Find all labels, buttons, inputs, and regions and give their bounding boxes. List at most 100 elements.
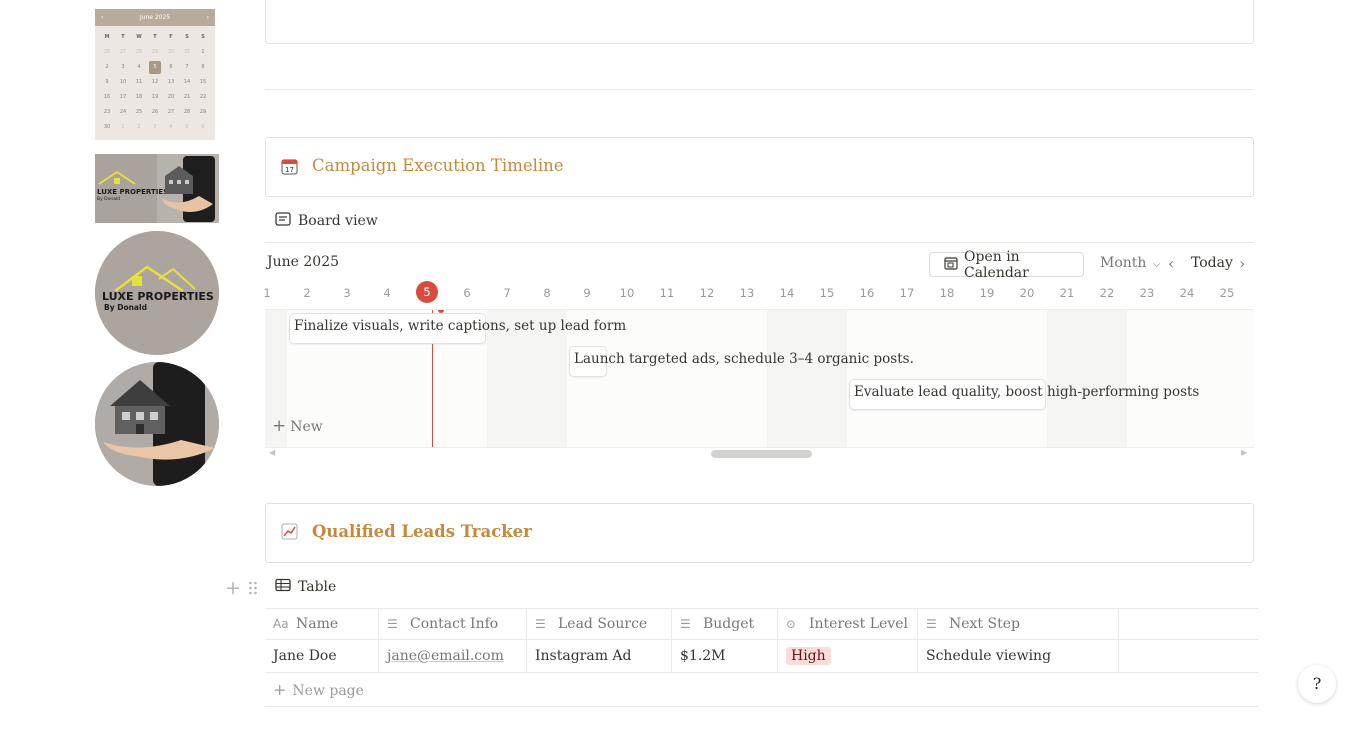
timeline-day-number: 8 (543, 286, 551, 300)
add-block-plus-icon[interactable]: + (225, 577, 241, 599)
mini-calendar-day: 4 (137, 64, 141, 70)
cell-source[interactable]: Instagram Ad (526, 639, 672, 673)
house-hand-circle-image[interactable] (95, 362, 219, 486)
month-scale-label: Month (1100, 255, 1147, 271)
calendar-open-icon (944, 256, 958, 274)
column-header-label: Next Step (949, 616, 1020, 632)
board-view-icon (275, 212, 291, 230)
cell-name[interactable]: Jane Doe (265, 639, 379, 673)
mini-calendar-day: 2 (137, 124, 141, 130)
mini-calendar-weekday: M (104, 34, 110, 40)
mini-calendar-day: 11 (135, 79, 143, 85)
leads-table: Aa Name ☰ Contact Info ☰ Lead Source ☰ Budge… (265, 608, 1258, 707)
column-header-interest[interactable]: ⊙ Interest Level (777, 608, 918, 640)
today-button[interactable]: Today (1191, 255, 1233, 271)
svg-text:17: 17 (285, 166, 294, 174)
timeline-day-number: 25 (1219, 286, 1235, 300)
mini-calendar-day: 19 (151, 94, 159, 100)
cell-budget[interactable]: $1.2M (671, 639, 778, 673)
mini-calendar-day: 24 (119, 109, 127, 115)
cell-next-step[interactable]: Schedule viewing (917, 639, 1119, 673)
lines-icon: ☰ (535, 617, 546, 631)
mini-calendar-month: June 2025 (139, 14, 171, 21)
banner-image[interactable]: LUXE PROPERTIES By Donald (95, 154, 219, 223)
month-scale-select[interactable]: Month ⌵ (1100, 255, 1160, 271)
open-in-calendar-button[interactable]: Open in Calendar (929, 249, 1084, 281)
mini-calendar-day: 23 (103, 109, 111, 115)
mini-calendar-day: 15 (199, 79, 207, 85)
column-header-label: Budget (703, 616, 755, 632)
cell-empty (1118, 639, 1258, 673)
cell-interest[interactable]: High (777, 639, 918, 673)
cell-contact[interactable]: jane@email.com (378, 639, 527, 673)
mini-calendar-day: 28 (135, 49, 143, 55)
drag-handle-icon[interactable] (248, 580, 258, 600)
help-icon: ? (1312, 674, 1322, 693)
mini-calendar-day: 9 (105, 79, 109, 85)
scroll-left-arrow-icon[interactable]: ◀ (269, 448, 275, 457)
timeline-title[interactable]: Campaign Execution Timeline (312, 156, 564, 175)
svg-text:By Donald: By Donald (97, 196, 120, 202)
mini-calendar-day: 21 (183, 94, 191, 100)
mini-calendar-day: 26 (103, 49, 111, 55)
mini-calendar-header: ‹ June 2025 › (95, 9, 215, 26)
mini-calendar-day: 13 (167, 79, 175, 85)
help-button[interactable]: ? (1298, 665, 1336, 703)
mini-calendar-weekday: T (121, 34, 125, 40)
column-header-budget[interactable]: ☰ Budget (671, 608, 778, 640)
horizontal-scrollbar[interactable] (711, 450, 812, 458)
mini-calendar-day: 6 (169, 64, 173, 70)
lines-icon: ☰ (387, 617, 398, 631)
chevron-down-icon: ⌵ (1152, 259, 1161, 270)
column-header-next-step[interactable]: ☰ Next Step (917, 608, 1119, 640)
timeline-task-label: Evaluate lead quality, boost high-perfor… (854, 384, 1200, 400)
divider (265, 242, 1254, 243)
timeline-task-label: Launch targeted ads, schedule 3–4 organi… (574, 351, 914, 367)
new-page-row[interactable]: + New page (265, 672, 1258, 707)
new-page-button[interactable]: + New page (265, 672, 1258, 707)
mini-calendar-day: 26 (151, 109, 159, 115)
timeline-day-number: 19 (979, 286, 995, 300)
weekend-column (1047, 310, 1127, 447)
logo-text-main: LUXE PROPERTIES (102, 290, 214, 303)
timeline-day-number: 22 (1099, 286, 1115, 300)
column-header-name[interactable]: Aa Name (265, 608, 379, 640)
logo-text-sub: By Donald (104, 303, 147, 312)
email-link[interactable]: jane@email.com (387, 648, 504, 664)
scroll-right-arrow-icon[interactable]: ▶ (1241, 448, 1247, 457)
previous-callout-box (265, 0, 1254, 44)
mini-calendar-day: 14 (183, 79, 191, 85)
timeline-day-number: 17 (899, 286, 915, 300)
mini-calendar-day: 30 (167, 49, 175, 55)
timeline-day-number: 9 (583, 286, 591, 300)
tab-board-view[interactable]: Board view (275, 212, 378, 230)
leads-title[interactable]: Qualified Leads Tracker (312, 522, 532, 541)
new-item-label: New (290, 419, 323, 435)
timeline-day-number: 12 (699, 286, 715, 300)
open-in-calendar-label: Open in Calendar (964, 248, 1029, 281)
table-row[interactable]: Jane Doe jane@email.com Instagram Ad $1.… (265, 639, 1258, 673)
mini-calendar-day: 3 (121, 64, 125, 70)
logo-circle-image[interactable]: LUXE PROPERTIES By Donald (95, 231, 219, 355)
mini-calendar-day: 18 (135, 94, 143, 100)
mini-calendar-day: 28 (183, 109, 191, 115)
new-item-button[interactable]: + New (272, 416, 323, 436)
timeline-day-number: 6 (463, 286, 471, 300)
column-header-source[interactable]: ☰ Lead Source (526, 608, 672, 640)
today-marker: 5 (416, 281, 438, 303)
interest-tag: High (786, 647, 831, 665)
timeline-day-number: 24 (1179, 286, 1195, 300)
table-header-row: Aa Name ☰ Contact Info ☰ Lead Source ☰ Budge… (265, 608, 1258, 640)
column-header-contact[interactable]: ☰ Contact Info (378, 608, 527, 640)
mini-calendar-image[interactable]: ‹ June 2025 › M T W T F S S 26 27 28 29 30 31 1 2 3 4 5 6 7… (95, 9, 215, 140)
chevron-left-icon[interactable]: ‹ (1168, 254, 1174, 273)
lines-icon: ☰ (926, 617, 937, 631)
table-icon (275, 578, 291, 596)
column-header-label: Name (296, 616, 339, 632)
timeline-body[interactable]: Finalize visuals, write captions, set up… (265, 309, 1254, 448)
tab-table-view[interactable]: Table (275, 578, 336, 596)
chevron-right-icon[interactable]: › (1239, 254, 1245, 273)
mini-calendar-day: 25 (135, 109, 143, 115)
divider (265, 89, 1254, 90)
select-icon: ⊙ (786, 617, 797, 631)
